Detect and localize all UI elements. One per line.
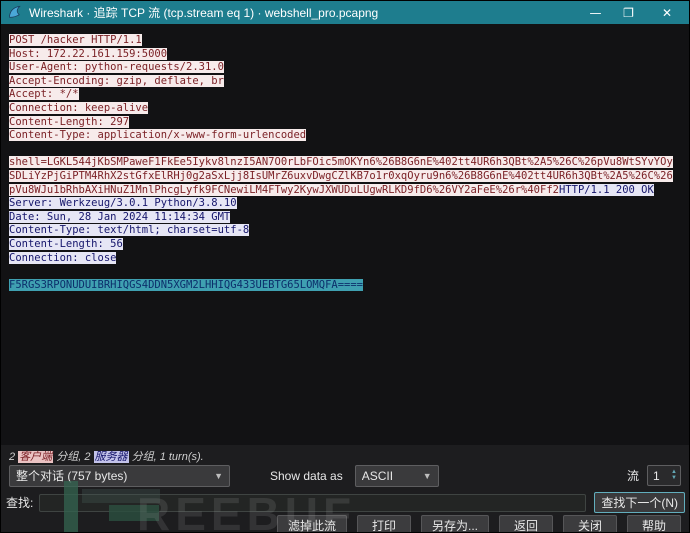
stream-seg-server: Content-Length: 56 xyxy=(9,237,123,250)
stats-line: 2 客户端 分组, 2 服务器 分组, 1 turn(s). xyxy=(9,448,204,464)
stats-seg-plain: 分组, 1 turn(s). xyxy=(128,451,204,463)
stream-seg-client: SDLiYzPjGiPTM4RhX2stGfxElRHj0g2aSxLjj8Is… xyxy=(9,169,673,182)
wireshark-icon xyxy=(9,5,21,18)
help-button[interactable]: 帮助 xyxy=(627,514,681,532)
stream-seg-client: Host: 172.22.161.159:5000 xyxy=(9,47,168,60)
stream-line xyxy=(9,143,689,157)
stream-seg-client: Accept-Encoding: gzip, deflate, br xyxy=(9,74,224,87)
title-bar: Wireshark · 追踪 TCP 流 (tcp.stream eq 1) ·… xyxy=(1,1,689,24)
stream-number-group: 流 1 ▲ ▼ xyxy=(627,465,681,486)
chevron-down-icon: ▼ xyxy=(214,470,223,481)
stream-line: pVu8WJu1bRhbAXiHNuZ1MnlPhcgLyfk9FCNewiLM… xyxy=(9,183,689,198)
find-row: 查找: 查找下一个(N) xyxy=(6,492,685,513)
stats-seg-plain: 2 xyxy=(9,451,19,463)
conversation-range-select[interactable]: 整个对话 (757 bytes) ▼ xyxy=(9,464,230,487)
window-title: Wireshark · 追踪 TCP 流 (tcp.stream eq 1) ·… xyxy=(29,6,379,20)
data-format-select[interactable]: ASCII ▼ xyxy=(354,464,439,487)
stream-line: shell=LGKL544jKbSMPaweF1FkEe5Iykv8lnzI5A… xyxy=(9,156,689,170)
stream-seg-client: Content-Length: 297 xyxy=(9,115,130,128)
stream-seg-server: Connection: close xyxy=(9,251,117,264)
stream-line: Accept-Encoding: gzip, deflate, br xyxy=(9,74,689,89)
stream-seg-server: HTTP/1.1 200 OK xyxy=(558,183,654,196)
stream-seg-server: Date: Sun, 28 Jan 2024 11:14:34 GMT xyxy=(9,210,231,223)
dialog-buttons: 滤掉此流 打印 另存为... 返回 关闭 帮助 xyxy=(1,514,681,532)
stepper-down-icon[interactable]: ▼ xyxy=(668,475,680,482)
stream-line: SDLiYzPjGiPTM4RhX2stGfxElRHj0g2aSxLjj8Is… xyxy=(9,169,689,184)
stream-seg-client: shell=LGKL544jKbSMPaweF1FkEe5Iykv8lnzI5A… xyxy=(9,156,673,169)
dialog-footer: 2 客户端 分组, 2 服务器 分组, 1 turn(s). 整个对话 (757… xyxy=(1,445,689,532)
stream-seg-client: POST /hacker HTTP/1.1 xyxy=(9,34,142,46)
stream-line: Date: Sun, 28 Jan 2024 11:14:34 GMT xyxy=(9,210,689,225)
stepper-arrows[interactable]: ▲ ▼ xyxy=(668,469,680,482)
stream-seg-client: pVu8WJu1bRhbAXiHNuZ1MnlPhcgLyfk9FCNewiLM… xyxy=(9,183,559,196)
stream-number-stepper[interactable]: 1 ▲ ▼ xyxy=(647,465,681,486)
stream-seg-client: Connection: keep-alive xyxy=(9,101,149,114)
stream-line: User-Agent: python-requests/2.31.0 xyxy=(9,61,689,75)
find-input[interactable] xyxy=(39,493,587,512)
stream-line: Connection: keep-alive xyxy=(9,101,689,116)
stats-seg-client-tag: 客户端 xyxy=(18,451,54,463)
chevron-down-icon: ▼ xyxy=(422,470,432,481)
stream-seg-client: Accept: */* xyxy=(9,88,79,101)
filter-out-stream-button[interactable]: 滤掉此流 xyxy=(276,514,347,532)
stream-seg-server: Content-Type: text/html; charset=utf-8 xyxy=(9,224,250,237)
stream-seg-client: Content-Type: application/x-www-form-url… xyxy=(9,129,307,142)
close-window-button[interactable]: ✕ xyxy=(645,1,689,24)
minimize-button[interactable]: — xyxy=(579,1,612,24)
close-button[interactable]: 关闭 xyxy=(563,514,617,532)
conversation-range-value: 整个对话 (757 bytes) xyxy=(16,469,128,483)
stream-line: Content-Length: 297 xyxy=(9,115,689,130)
stream-number-value: 1 xyxy=(653,468,660,483)
stream-seg-server: Server: Werkzeug/3.0.1 Python/3.8.10 xyxy=(9,197,237,210)
maximize-button[interactable]: ❐ xyxy=(612,1,645,24)
show-data-as-label: Show data as xyxy=(270,468,343,483)
data-format-value: ASCII xyxy=(361,468,394,483)
stream-line: Accept: */* xyxy=(9,88,689,102)
stream-view[interactable]: POST /hacker HTTP/1.1 Host: 172.22.161.15… xyxy=(1,24,689,445)
stream-seg-client: User-Agent: python-requests/2.31.0 xyxy=(9,61,224,74)
find-label: 查找: xyxy=(6,496,34,510)
stats-seg-plain: 分组, 2 xyxy=(53,451,94,463)
follow-tcp-stream-window: Wireshark · 追踪 TCP 流 (tcp.stream eq 1) ·… xyxy=(0,0,690,533)
stream-line: Content-Type: text/html; charset=utf-8 xyxy=(9,224,689,238)
stream-seg-selected: F5RGS3RPONUDUIBRHIQGS4DDN5XGM2LHHIQG433U… xyxy=(9,278,364,291)
stream-line: Connection: close xyxy=(9,251,689,266)
save-as-button[interactable]: 另存为... xyxy=(420,514,489,532)
back-button[interactable]: 返回 xyxy=(499,514,553,532)
stats-seg-server-tag: 服务器 xyxy=(93,451,129,463)
print-button[interactable]: 打印 xyxy=(356,514,411,532)
find-next-button[interactable]: 查找下一个(N) xyxy=(594,492,685,513)
stream-line: Content-Type: application/x-www-form-url… xyxy=(9,129,689,143)
stream-line: Content-Length: 56 xyxy=(9,237,689,252)
stream-line xyxy=(9,265,689,279)
stream-number-label: 流 xyxy=(626,469,639,483)
stream-line: Host: 172.22.161.159:5000 xyxy=(9,47,689,62)
controls-row: 整个对话 (757 bytes) ▼ Show data as ASCII ▼ … xyxy=(9,464,681,487)
window-controls: — ❐ ✕ xyxy=(579,1,689,24)
stream-line: F5RGS3RPONUDUIBRHIQGS4DDN5XGM2LHHIQG433U… xyxy=(9,278,689,293)
stream-line: Server: Werkzeug/3.0.1 Python/3.8.10 xyxy=(9,197,689,211)
stream-line: POST /hacker HTTP/1.1 xyxy=(9,34,689,48)
